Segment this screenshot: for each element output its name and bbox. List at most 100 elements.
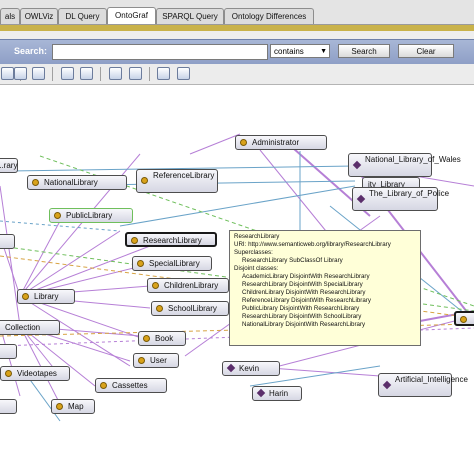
class-icon <box>137 260 144 267</box>
node-label: Cassettes <box>112 381 148 390</box>
tab-bar: als OWLViz DL Query OntoGraf SPARQL Quer… <box>0 0 474 25</box>
node-label: User <box>150 356 167 365</box>
node-label: Harin <box>269 389 289 398</box>
tab-als[interactable]: als <box>0 8 20 24</box>
tab-ontology-differences[interactable]: Ontology Differences <box>224 8 314 24</box>
tree-layout-icon[interactable] <box>32 67 45 80</box>
node-label: ...rary <box>0 161 18 170</box>
graph-toolbar <box>0 64 474 85</box>
tab-dl-query[interactable]: DL Query <box>58 8 107 24</box>
node-library[interactable]: Library <box>17 289 75 304</box>
export-icon[interactable] <box>157 67 170 80</box>
node-book[interactable]: Book <box>138 331 186 346</box>
node-label: PublicLibrary <box>66 211 113 220</box>
clear-button[interactable]: Clear <box>398 44 454 58</box>
tooltip-disjoint-item: PublicLibrary DisjointWith ResearchLibra… <box>242 305 360 312</box>
node-partial-left-3[interactable] <box>0 399 17 414</box>
node-research-library[interactable]: ResearchLibrary <box>125 232 217 247</box>
layout-icon[interactable] <box>1 67 14 80</box>
graph-canvas[interactable]: ...rary NationalLibrary ReferenceLibrary… <box>0 86 474 474</box>
tooltip-disjoint-item: ResearchLibrary DisjointWith SpecialLibr… <box>242 281 363 288</box>
class-icon <box>100 382 107 389</box>
class-tooltip: ResearchLibrary URI: http://www.semantic… <box>229 230 421 346</box>
class-icon <box>141 177 148 184</box>
class-icon <box>22 293 29 300</box>
toolbar-separator <box>149 67 150 81</box>
node-partial-left-2[interactable] <box>0 344 17 359</box>
node-administrator[interactable]: Administrator <box>235 135 327 150</box>
node-children-library[interactable]: ChildrenLibrary <box>147 278 229 293</box>
tab-sparql-query[interactable]: SPARQL Query <box>156 8 224 24</box>
node-label: Book <box>155 334 174 343</box>
node-videotapes[interactable]: Videotapes <box>0 366 70 381</box>
class-icon <box>156 305 163 312</box>
node-label: NationalLibrary <box>44 178 98 187</box>
save-icon[interactable] <box>109 67 122 80</box>
node-national-library-of-wales[interactable]: National_Library_of_Wales <box>348 153 461 177</box>
node-label: SpecialLibrary <box>149 259 200 268</box>
individual-icon <box>256 388 266 398</box>
open-folder-icon[interactable] <box>129 67 142 80</box>
node-public-library[interactable]: PublicLibrary <box>49 208 133 223</box>
node-national-library[interactable]: NationalLibrary <box>27 175 127 190</box>
edge <box>19 325 61 405</box>
node-user[interactable]: User <box>133 353 179 368</box>
class-icon <box>56 403 63 410</box>
tooltip-disjoint-item: NationalLibrary DisjointWith ResearchLib… <box>242 321 366 328</box>
search-mode-select[interactable]: contains ▼ <box>270 44 330 58</box>
tooltip-disjoint-item: ResearchLibrary DisjointWith SchoolLibra… <box>242 313 362 320</box>
search-label: Search: <box>14 46 48 56</box>
class-icon <box>152 282 159 289</box>
node-map[interactable]: Map <box>51 399 95 414</box>
node-library-of-police[interactable]: The_Library_of_Police <box>352 187 449 211</box>
edge <box>259 149 331 237</box>
node-label: Administrator <box>252 138 300 147</box>
tab-owlviz[interactable]: OWLViz <box>20 8 58 24</box>
grid-layout-icon[interactable] <box>14 67 27 80</box>
node-special-library[interactable]: SpecialLibrary <box>132 256 212 271</box>
node-school-library[interactable]: SchoolLibrary <box>151 301 229 316</box>
filter-icon[interactable] <box>80 67 93 80</box>
node-cassettes[interactable]: Cassettes <box>95 378 167 393</box>
node-label: National_Library_of_Wales <box>365 155 461 164</box>
node-label: ReferenceLibrary <box>153 171 215 180</box>
node-label: ChildrenLibrary <box>164 281 219 290</box>
tooltip-superclass: ResearchLibrary SubClassOf Library <box>242 257 343 264</box>
search-button[interactable]: Search <box>338 44 390 58</box>
tooltip-disjoint-item: ChildrenLibrary DisjointWith ResearchLib… <box>242 289 366 296</box>
class-icon <box>5 370 12 377</box>
node-label: Collection <box>5 323 41 332</box>
node-collection[interactable]: Collection <box>0 320 60 335</box>
individual-icon <box>226 363 236 373</box>
node-library-partial[interactable]: ...rary <box>0 158 18 173</box>
node-partial-right[interactable] <box>454 311 474 326</box>
node-label: Kevin <box>239 364 260 373</box>
search-input[interactable] <box>52 44 268 60</box>
class-icon <box>460 316 467 323</box>
import-icon[interactable] <box>177 67 190 80</box>
edge <box>0 325 21 397</box>
search-bar: Search: contains ▼ Search Clear <box>0 39 474 65</box>
class-icon <box>54 212 61 219</box>
tooltip-disjoint-item: AcademicLibrary DisjointWith ResearchLib… <box>242 273 370 280</box>
class-icon <box>143 335 150 342</box>
tab-ontograf[interactable]: OntoGraf <box>107 7 156 24</box>
class-icon <box>32 179 39 186</box>
tooltip-disjoint-heading: Disjoint classes: <box>234 265 279 272</box>
node-kevin[interactable]: Kevin <box>222 361 280 376</box>
node-artificial-intelligence[interactable]: Artificial_Intelligence <box>378 373 468 397</box>
edge <box>189 133 241 155</box>
class-icon <box>138 357 145 364</box>
individual-icon <box>382 380 392 390</box>
tooltip-uri: URI: http://www.semanticweb.org/library/… <box>234 241 391 248</box>
binoculars-icon[interactable] <box>61 67 74 80</box>
node-harin[interactable]: Harin <box>252 386 302 401</box>
toolbar-separator <box>52 67 53 81</box>
header-gap <box>0 31 474 39</box>
node-label: Map <box>68 402 84 411</box>
tooltip-disjoint-item: ReferenceLibrary DisjointWith ResearchLi… <box>242 297 371 304</box>
chevron-down-icon: ▼ <box>320 48 327 55</box>
node-partial-left[interactable] <box>0 234 15 249</box>
node-reference-library[interactable]: ReferenceLibrary <box>136 169 218 193</box>
node-label: Library <box>34 292 59 301</box>
